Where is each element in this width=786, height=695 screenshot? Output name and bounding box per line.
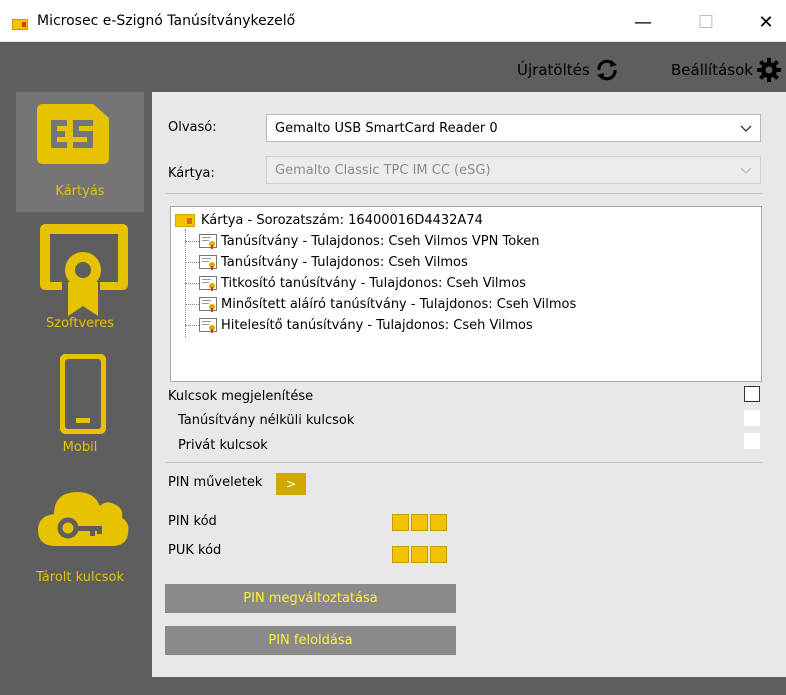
tree-item-label: Tanúsítvány - Tulajdonos: Cseh Vilmos	[221, 255, 468, 270]
keys-without-cert-checkbox[interactable]	[744, 410, 760, 426]
toolbar: Újratöltés Beállítások	[0, 42, 786, 92]
puk-code-label: PUK kód	[168, 543, 222, 558]
sidebar-item-szoftveres[interactable]: Szoftveres	[16, 214, 144, 334]
reader-label: Olvasó:	[168, 120, 217, 135]
puk-square	[411, 546, 428, 563]
tree-connector	[185, 262, 199, 263]
certificate-icon	[199, 297, 217, 312]
card-panel: Olvasó: Gemalto USB SmartCard Reader 0 K…	[152, 92, 786, 677]
tree-item-label: Tanúsítvány - Tulajdonos: Cseh Vilmos VP…	[221, 234, 540, 249]
reader-select-value: Gemalto USB SmartCard Reader 0	[275, 121, 498, 136]
cloud-key-icon	[38, 492, 129, 546]
keys-without-cert-label: Tanúsítvány nélküli kulcsok	[178, 413, 355, 428]
chevron-down-icon	[740, 125, 752, 132]
smart-card-icon	[175, 214, 195, 227]
tree-root-label: Kártya - Sorozatszám: 16400016D4432A74	[201, 213, 483, 228]
tree-item-cert[interactable]: Titkosító tanúsítvány - Tulajdonos: Cseh…	[185, 276, 526, 291]
tree-item-label: Hitelesítő tanúsítvány - Tulajdonos: Cse…	[221, 318, 533, 333]
sidebar-item-kartyas[interactable]: Kártyás	[16, 92, 144, 212]
certificate-badge-icon	[40, 224, 128, 316]
card-label: Kártya:	[168, 166, 215, 181]
sidebar-label-mobil: Mobil	[62, 440, 98, 455]
maximize-button[interactable]: ☐	[686, 8, 726, 36]
reload-label: Újratöltés	[517, 61, 590, 79]
gear-icon	[756, 58, 781, 82]
certificate-icon	[199, 276, 217, 291]
certificate-icon	[199, 234, 217, 249]
card-select[interactable]: Gemalto Classic TPC IM CC (eSG)	[266, 156, 761, 184]
pin-code-label: PIN kód	[168, 514, 217, 529]
private-keys-label: Privát kulcsok	[178, 438, 268, 453]
pin-square	[430, 514, 447, 531]
certificate-tree[interactable]: Kártya - Sorozatszám: 16400016D4432A74 T…	[170, 206, 762, 382]
divider	[166, 193, 762, 194]
chevron-down-icon	[740, 167, 752, 174]
certificate-icon	[199, 255, 217, 270]
tree-item-cert[interactable]: Hitelesítő tanúsítvány - Tulajdonos: Cse…	[185, 318, 533, 333]
tree-item-cert[interactable]: Minősített aláíró tanúsítvány - Tulajdon…	[185, 297, 576, 312]
app-logo-icon	[12, 19, 28, 30]
tree-connector	[185, 304, 199, 305]
puk-code-indicator	[392, 546, 447, 563]
window-title: Microsec e-Szignó Tanúsítványkezelő	[37, 13, 296, 29]
puk-square	[430, 546, 447, 563]
tree-connector	[185, 325, 199, 326]
mobile-phone-icon	[60, 354, 106, 434]
sidebar-item-mobil[interactable]: Mobil	[16, 342, 144, 462]
tree-item-cert[interactable]: Tanúsítvány - Tulajdonos: Cseh Vilmos VP…	[185, 234, 540, 249]
tree-item-label: Titkosító tanúsítvány - Tulajdonos: Cseh…	[221, 276, 526, 291]
sidebar: Kártyás Szoftveres Mobil Tárolt kulcsok	[16, 92, 144, 677]
pin-operations-toggle[interactable]: >	[276, 473, 306, 495]
puk-square	[392, 546, 409, 563]
tree-connector	[185, 283, 199, 284]
minimize-button[interactable]: —	[623, 8, 663, 36]
pin-operations-label: PIN műveletek	[168, 475, 263, 490]
pin-square	[411, 514, 428, 531]
refresh-icon	[596, 59, 617, 81]
sidebar-item-tarolt-kulcsok[interactable]: Tárolt kulcsok	[16, 464, 144, 585]
sim-card-icon	[37, 104, 109, 164]
pin-code-indicator	[392, 514, 447, 531]
sidebar-label-szoftveres: Szoftveres	[46, 316, 114, 331]
tree-connector	[185, 241, 199, 242]
show-keys-label: Kulcsok megjelenítése	[168, 389, 314, 404]
main-area: Kártyás Szoftveres Mobil Tárolt kulcsok …	[0, 92, 786, 695]
tree-item-cert[interactable]: Tanúsítvány - Tulajdonos: Cseh Vilmos	[185, 255, 468, 270]
sidebar-label-kartyas: Kártyás	[55, 184, 105, 199]
settings-label: Beállítások	[671, 61, 753, 79]
close-button[interactable]: ✕	[746, 8, 786, 36]
reader-select[interactable]: Gemalto USB SmartCard Reader 0	[266, 114, 761, 142]
title-bar: Microsec e-Szignó Tanúsítványkezelő — ☐ …	[0, 0, 786, 42]
private-keys-checkbox[interactable]	[744, 433, 760, 449]
sidebar-label-tarolt-kulcsok: Tárolt kulcsok	[36, 570, 124, 585]
card-select-value: Gemalto Classic TPC IM CC (eSG)	[275, 163, 491, 178]
change-pin-button[interactable]: PIN megváltoztatása	[165, 584, 456, 613]
show-keys-checkbox[interactable]	[744, 386, 760, 402]
divider	[166, 462, 762, 463]
tree-item-label: Minősített aláíró tanúsítvány - Tulajdon…	[221, 297, 577, 312]
pin-square	[392, 514, 409, 531]
certificate-icon	[199, 318, 217, 333]
settings-button[interactable]: Beállítások	[671, 58, 781, 82]
unblock-pin-button[interactable]: PIN feloldása	[165, 626, 456, 655]
reload-button[interactable]: Újratöltés	[517, 58, 620, 82]
tree-root-card[interactable]: Kártya - Sorozatszám: 16400016D4432A74	[175, 213, 483, 228]
